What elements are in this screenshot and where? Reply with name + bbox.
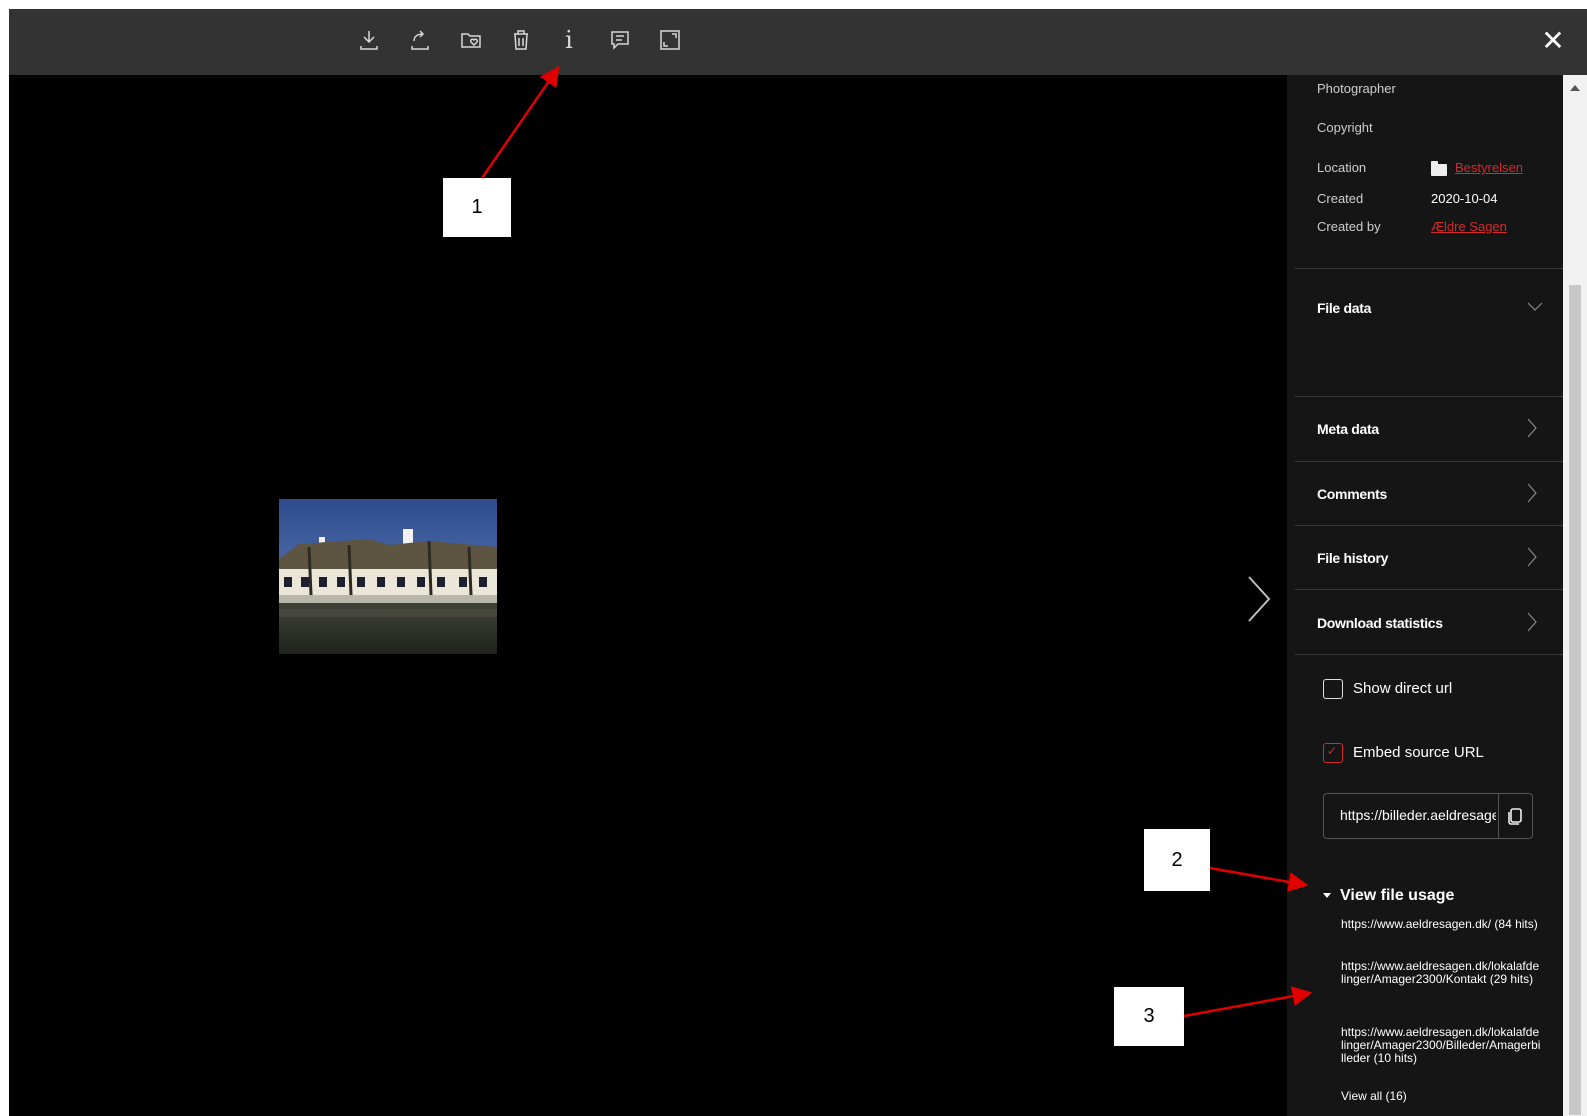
copyright-label: Copyright [1317, 120, 1373, 135]
info-icon[interactable]: i [554, 25, 584, 55]
chevron-right-icon [1527, 612, 1537, 632]
caret-down-icon [1323, 893, 1331, 899]
annotation-2: 2 [1144, 829, 1210, 891]
location-link[interactable]: Bestyrelsen [1455, 160, 1523, 175]
created-by-label: Created by [1317, 219, 1381, 234]
copy-button[interactable] [1502, 802, 1530, 830]
show-direct-url-label: Show direct url [1353, 680, 1453, 697]
view-file-usage-label: View file usage [1340, 887, 1455, 904]
usage-link[interactable]: https://www.aeldresagen.dk/lokalafdeling… [1341, 960, 1541, 986]
info-panel: Photographer Copyright Location Bestyrel… [1287, 75, 1563, 1116]
usage-link[interactable]: https://www.aeldresagen.dk/lokalafdeling… [1341, 1026, 1541, 1065]
show-direct-url-checkbox[interactable] [1323, 679, 1343, 699]
fullscreen-icon[interactable] [655, 25, 685, 55]
trash-icon[interactable] [506, 25, 536, 55]
meta-data-title: Meta data [1317, 421, 1379, 437]
scroll-thumb[interactable] [1569, 285, 1581, 1115]
view-all-link[interactable]: View all (16) [1341, 1089, 1407, 1103]
annotation-1: 1 [443, 178, 511, 237]
file-history-title: File history [1317, 550, 1389, 566]
divider [1295, 589, 1563, 590]
comment-icon[interactable] [605, 25, 635, 55]
divider [1295, 461, 1563, 462]
scroll-up-arrow-icon[interactable] [1570, 85, 1580, 91]
divider [1498, 794, 1499, 838]
photographer-label: Photographer [1317, 81, 1396, 96]
divider [1295, 396, 1563, 397]
chevron-right-icon [1527, 547, 1537, 567]
panel-scrollbar[interactable] [1563, 75, 1587, 1116]
viewer-toolbar: i ✕ [9, 9, 1587, 75]
annotation-3: 3 [1114, 987, 1184, 1046]
chevron-right-icon [1527, 418, 1537, 438]
add-to-folder-icon[interactable] [456, 25, 486, 55]
chevron-right-icon [1527, 483, 1537, 503]
embed-source-url-label: Embed source URL [1353, 744, 1484, 761]
location-label: Location [1317, 160, 1367, 175]
folder-icon [1431, 161, 1447, 176]
comments-title: Comments [1317, 486, 1387, 502]
close-button[interactable]: ✕ [1537, 25, 1569, 57]
divider [1295, 654, 1563, 655]
embed-url-text: https://billeder.aeldresagen.dk [1340, 807, 1496, 823]
created-by-link[interactable]: Ældre Sagen [1431, 219, 1507, 234]
view-file-usage-toggle[interactable]: View file usage [1323, 887, 1454, 905]
embed-url-field[interactable]: https://billeder.aeldresagen.dk [1323, 793, 1533, 839]
divider [1295, 268, 1563, 269]
download-statistics-title: Download statistics [1317, 615, 1443, 631]
download-icon[interactable] [354, 25, 384, 55]
next-image-button[interactable] [1237, 569, 1277, 629]
embed-source-url-checkbox[interactable] [1323, 743, 1343, 763]
preview-image [279, 499, 497, 654]
file-data-title: File data [1317, 300, 1372, 316]
share-icon[interactable] [405, 25, 435, 55]
copy-icon [1508, 808, 1522, 825]
divider [1295, 525, 1563, 526]
created-value: 2020-10-04 [1431, 191, 1498, 206]
usage-link[interactable]: https://www.aeldresagen.dk/ (84 hits) [1341, 918, 1541, 931]
image-viewer: i ✕ Photographer Copyright Location Best… [9, 9, 1587, 1116]
chevron-down-icon [1527, 302, 1543, 311]
created-label: Created [1317, 191, 1364, 206]
